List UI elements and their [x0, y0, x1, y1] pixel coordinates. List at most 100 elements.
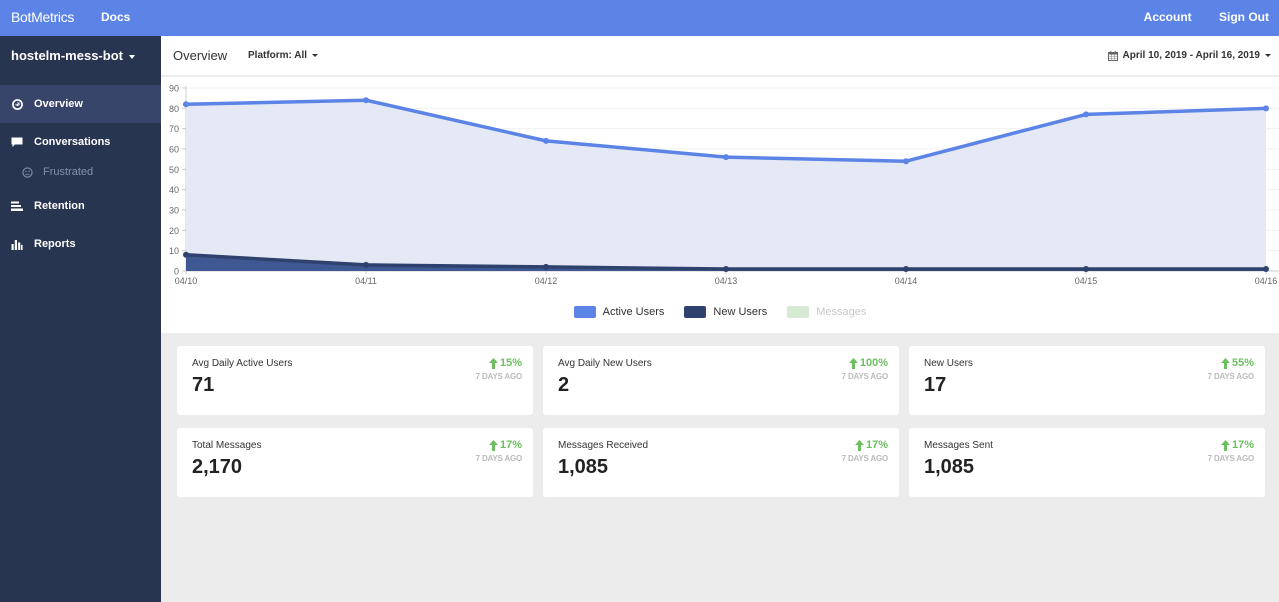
- top-right-nav: Account Sign Out: [1120, 10, 1269, 24]
- sidebar-item-label: Reports: [34, 238, 76, 250]
- sidebar-item-reports[interactable]: Reports: [0, 225, 161, 263]
- x-tick-label: 04/12: [535, 276, 558, 286]
- area-active-users: [186, 100, 1266, 271]
- account-link[interactable]: Account: [1144, 10, 1192, 24]
- overview-chart-panel: 0 10 20 30 40 50 60 70 80 90 04/10 04/11 04/12 04/13 0…: [161, 77, 1279, 333]
- legend-swatch-messages: [787, 306, 810, 318]
- metric-period: 7 DAYS AGO: [475, 372, 523, 381]
- metric-change: 17%: [854, 439, 888, 451]
- metric-period: 7 DAYS AGO: [475, 454, 523, 463]
- legend-item-messages[interactable]: Messages: [787, 306, 866, 318]
- sidebar-nav: Overview Conversations Frustrated Retent…: [0, 85, 161, 263]
- page-header: Overview Platform: All April 10, 2019 - …: [161, 36, 1279, 76]
- chevron-down-icon: [312, 53, 319, 57]
- y-tick-label: 60: [169, 145, 179, 155]
- y-tick-label: 50: [169, 165, 179, 175]
- date-range-picker[interactable]: April 10, 2019 - April 16, 2019: [1107, 50, 1271, 61]
- arrow-up-icon: [1220, 357, 1230, 369]
- x-tick-label: 04/13: [715, 276, 738, 286]
- sidebar-item-retention[interactable]: Retention: [0, 187, 161, 225]
- metric-change-value: 17%: [499, 439, 522, 451]
- y-tick-label: 40: [169, 185, 179, 195]
- metric-card-avg-daily-active-users: Avg Daily Active Users 71 15% 7 DAYS AGO: [177, 346, 533, 415]
- point-active-users: [723, 154, 729, 161]
- brand-logo[interactable]: BotMetrics: [11, 9, 74, 25]
- legend-label: Active Users: [602, 306, 665, 318]
- metric-value: 2: [558, 374, 570, 396]
- metric-label: Avg Daily Active Users: [192, 358, 293, 369]
- point-active-users: [543, 137, 549, 144]
- metric-value: 17: [924, 374, 947, 396]
- y-tick-label: 20: [169, 226, 179, 236]
- metric-period: 7 DAYS AGO: [841, 372, 889, 381]
- sidebar-item-conversations[interactable]: Conversations: [0, 123, 161, 161]
- overview-chart[interactable]: 0 10 20 30 40 50 60 70 80 90 04/10 04/11 04/12 04/13 0…: [161, 77, 1279, 302]
- metric-change-value: 17%: [865, 439, 888, 451]
- platform-label: Platform: All: [248, 50, 308, 61]
- y-tick-label: 80: [169, 104, 179, 114]
- metric-cards: Avg Daily Active Users 71 15% 7 DAYS AGO…: [177, 346, 1265, 497]
- metric-label: Messages Received: [558, 440, 649, 451]
- sidebar-item-label: Conversations: [34, 136, 111, 148]
- y-tick-label: 90: [169, 84, 179, 94]
- metric-change: 15%: [488, 357, 522, 369]
- metric-change-value: 15%: [499, 357, 522, 369]
- metric-change: 100%: [848, 357, 888, 369]
- metric-card-messages-sent: Messages Sent 1,085 17% 7 DAYS AGO: [909, 428, 1265, 497]
- metric-change: 55%: [1220, 357, 1254, 369]
- docs-link[interactable]: Docs: [101, 10, 130, 24]
- metric-change: 17%: [1220, 439, 1254, 451]
- legend-item-new-users[interactable]: New Users: [684, 306, 767, 318]
- date-range-label: April 10, 2019 - April 16, 2019: [1122, 50, 1260, 61]
- metric-card-new-users: New Users 17 55% 7 DAYS AGO: [909, 346, 1265, 415]
- arrow-up-icon: [854, 439, 864, 451]
- point-new-users: [1083, 265, 1089, 272]
- point-active-users: [363, 97, 369, 104]
- metric-card-total-messages: Total Messages 2,170 17% 7 DAYS AGO: [177, 428, 533, 497]
- legend-swatch-new-users: [684, 306, 707, 318]
- bar-chart-icon: [11, 238, 23, 250]
- arrow-up-icon: [1220, 439, 1230, 451]
- x-tick-label: 04/11: [355, 276, 377, 286]
- legend-label: Messages: [816, 306, 867, 318]
- x-tick-label: 04/14: [895, 276, 918, 286]
- sidebar: hostelm-mess-bot Overview Conversations …: [0, 36, 161, 602]
- y-tick-label: 10: [169, 246, 179, 256]
- chat-icon: [11, 136, 23, 148]
- sidebar-item-frustrated[interactable]: Frustrated: [0, 157, 161, 187]
- point-new-users: [723, 265, 729, 272]
- sidebar-item-label: Retention: [34, 200, 85, 212]
- arrow-up-icon: [488, 439, 498, 451]
- point-new-users: [363, 261, 369, 268]
- legend-label: New Users: [713, 306, 768, 318]
- point-new-users: [183, 251, 189, 258]
- metric-label: New Users: [924, 358, 973, 369]
- platform-dropdown[interactable]: Platform: All: [248, 50, 319, 61]
- x-tick-label: 04/10: [175, 276, 198, 286]
- metric-value: 1,085: [924, 456, 975, 478]
- point-active-users: [903, 158, 909, 165]
- y-tick-label: 0: [174, 267, 179, 277]
- metric-card-messages-received: Messages Received 1,085 17% 7 DAYS AGO: [543, 428, 899, 497]
- metric-value: 71: [192, 374, 215, 396]
- dashboard-icon: [11, 98, 23, 110]
- metric-value: 2,170: [192, 456, 243, 478]
- metric-label: Messages Sent: [924, 440, 993, 451]
- metric-period: 7 DAYS AGO: [1207, 454, 1255, 463]
- sidebar-item-label: Overview: [34, 98, 83, 110]
- bot-selector[interactable]: hostelm-mess-bot: [11, 48, 135, 63]
- metric-label: Avg Daily New Users: [558, 358, 652, 369]
- sidebar-item-label: Frustrated: [43, 166, 94, 178]
- arrow-up-icon: [848, 357, 858, 369]
- point-active-users: [183, 101, 189, 108]
- metric-card-avg-daily-new-users: Avg Daily New Users 2 100% 7 DAYS AGO: [543, 346, 899, 415]
- metric-change-value: 55%: [1231, 357, 1254, 369]
- retention-icon: [11, 200, 23, 212]
- y-tick-label: 30: [169, 206, 179, 216]
- chevron-down-icon: [1265, 54, 1271, 57]
- sidebar-item-overview[interactable]: Overview: [0, 85, 161, 123]
- signout-link[interactable]: Sign Out: [1219, 10, 1269, 24]
- frown-icon: [22, 166, 33, 178]
- legend-item-active-users[interactable]: Active Users: [573, 306, 665, 318]
- point-new-users: [1263, 265, 1269, 272]
